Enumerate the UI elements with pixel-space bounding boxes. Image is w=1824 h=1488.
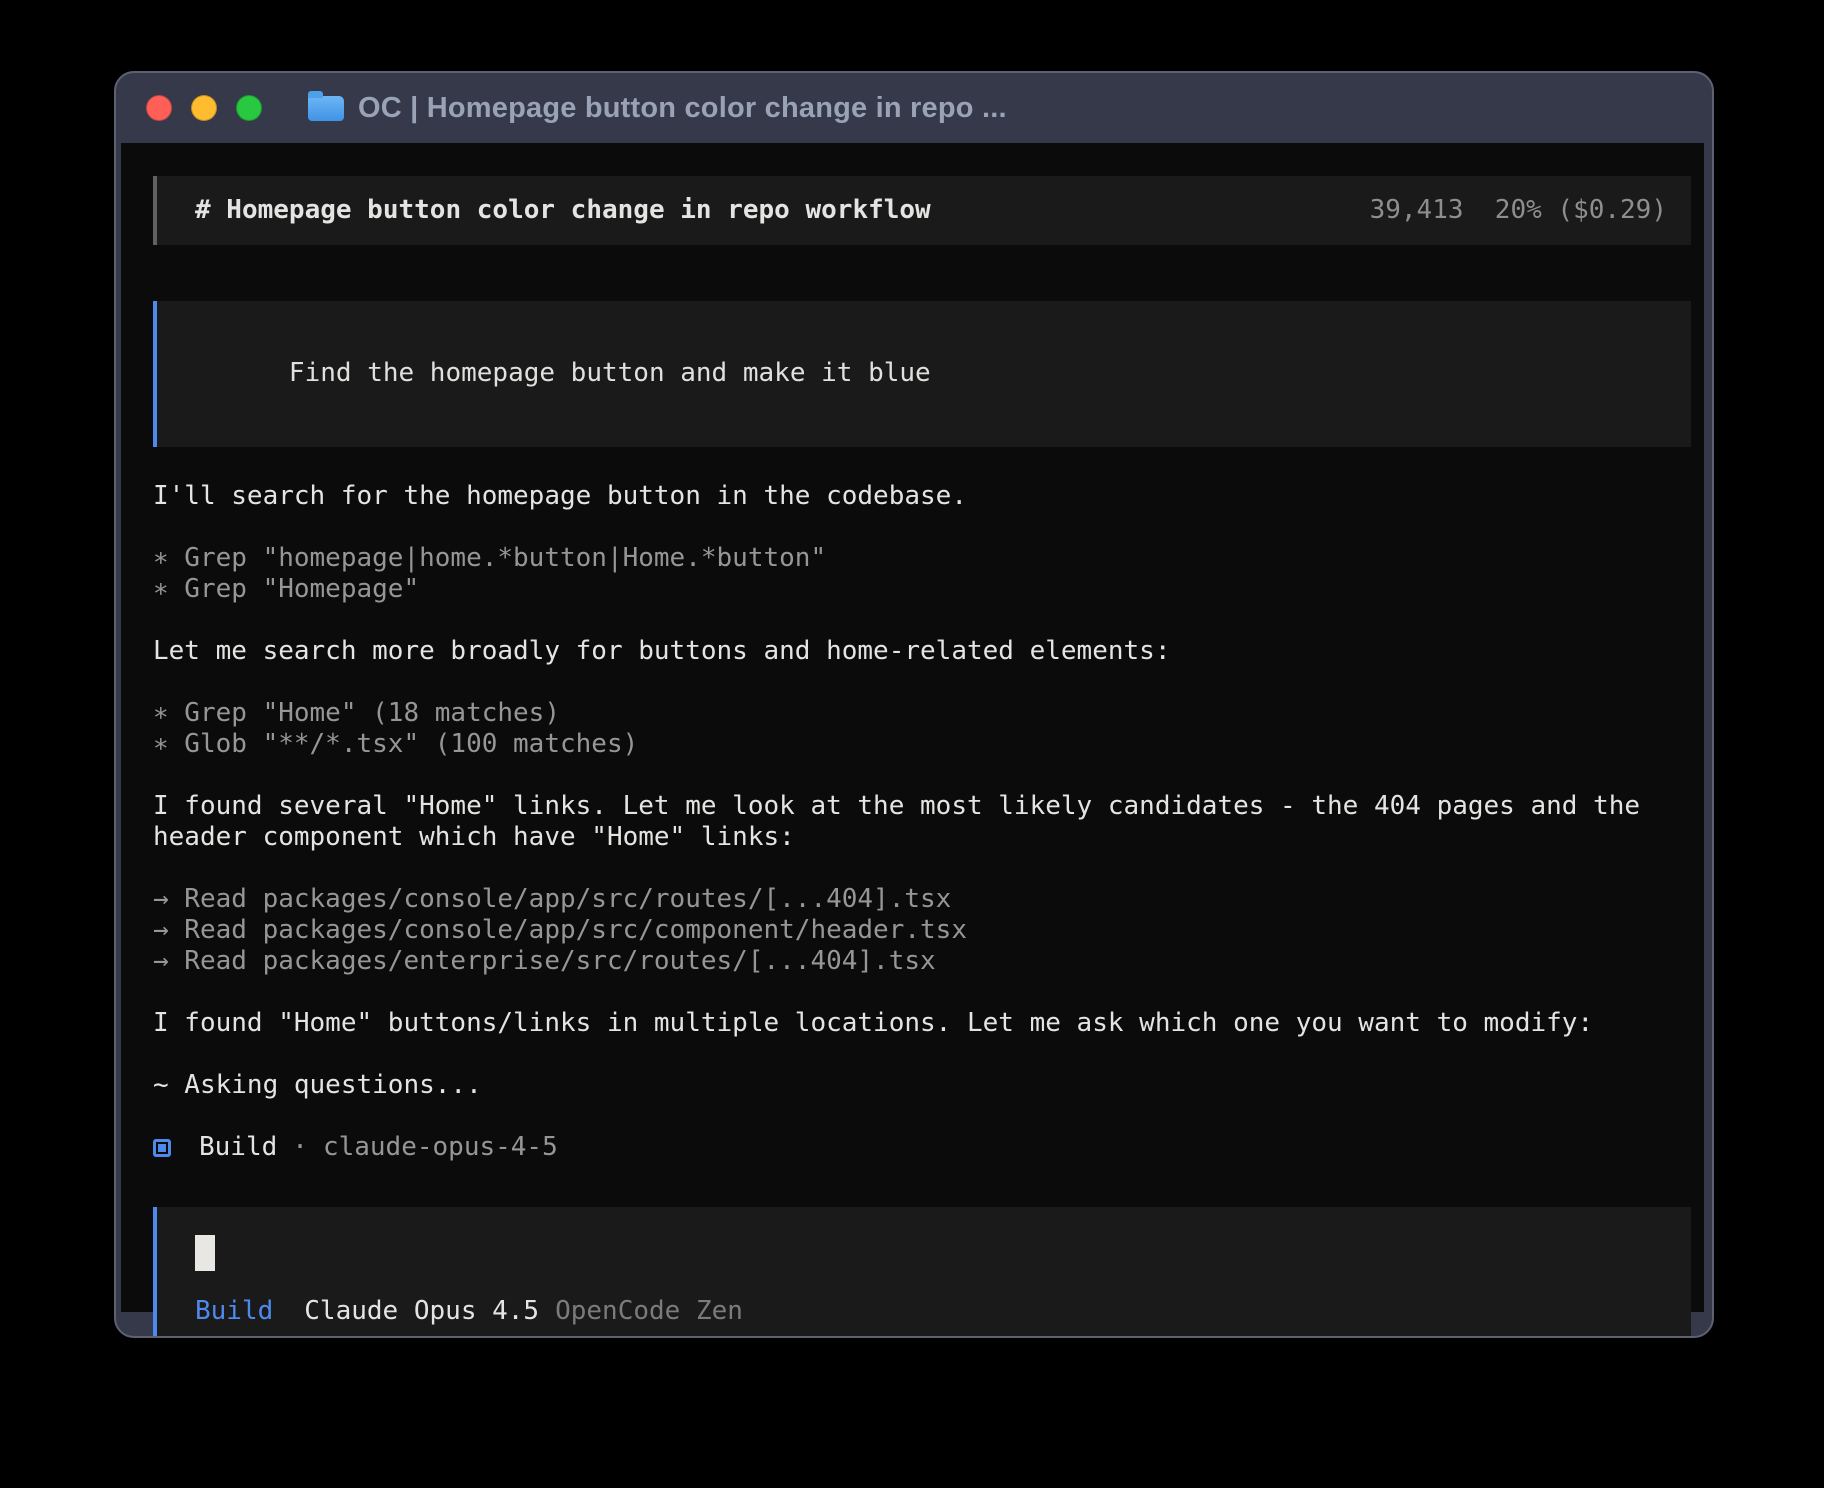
window-title: OC | Homepage button color change in rep…	[358, 92, 1007, 125]
transcript-line: → Read packages/enterprise/src/routes/[.…	[153, 946, 1691, 977]
prompt-input[interactable]: Build Claude Opus 4.5 OpenCode Zen	[153, 1207, 1691, 1338]
transcript-line: → Read packages/console/app/src/routes/[…	[153, 884, 1691, 915]
transcript-line	[153, 853, 1691, 884]
user-message-text: Find the homepage button and make it blu…	[289, 358, 931, 388]
agent-status-row: Build · claude-opus-4-5	[153, 1132, 1691, 1163]
minimize-button[interactable]	[191, 95, 217, 121]
session-header: # Homepage button color change in repo w…	[153, 176, 1691, 245]
transcript-line: ~ Asking questions...	[153, 1070, 1691, 1101]
transcript-line	[153, 605, 1691, 636]
transcript-line	[153, 667, 1691, 698]
transcript-line: I found several "Home" links. Let me loo…	[153, 791, 1691, 822]
input-model-label: Claude Opus 4.5	[304, 1296, 539, 1327]
transcript-line: header component which have "Home" links…	[153, 822, 1691, 853]
agent-model: claude-opus-4-5	[323, 1132, 558, 1163]
input-mode-badge[interactable]: Build	[195, 1296, 273, 1327]
transcript-line: I found "Home" buttons/links in multiple…	[153, 1008, 1691, 1039]
transcript-line: → Read packages/console/app/src/componen…	[153, 915, 1691, 946]
transcript-line	[153, 977, 1691, 1008]
session-token-stats: 39,413 20% ($0.29)	[1370, 195, 1667, 226]
terminal-window: OC | Homepage button color change in rep…	[114, 71, 1714, 1338]
agent-separator: ·	[292, 1132, 308, 1163]
titlebar: OC | Homepage button color change in rep…	[116, 73, 1712, 143]
transcript-line	[153, 512, 1691, 543]
transcript-line: ∗ Grep "Homepage"	[153, 574, 1691, 605]
agent-name: Build	[199, 1132, 277, 1163]
traffic-lights	[146, 95, 262, 121]
session-title: # Homepage button color change in repo w…	[195, 195, 931, 226]
transcript-line: I'll search for the homepage button in t…	[153, 481, 1691, 512]
assistant-transcript: I'll search for the homepage button in t…	[153, 481, 1691, 1101]
terminal-content: # Homepage button color change in repo w…	[121, 143, 1704, 1312]
close-button[interactable]	[146, 95, 172, 121]
transcript-line	[153, 760, 1691, 791]
input-footer: Build Claude Opus 4.5 OpenCode Zen	[195, 1296, 1667, 1327]
transcript-line: ∗ Grep "Home" (18 matches)	[153, 698, 1691, 729]
transcript-line: Let me search more broadly for buttons a…	[153, 636, 1691, 667]
user-message: Find the homepage button and make it blu…	[153, 301, 1691, 447]
zoom-button[interactable]	[236, 95, 262, 121]
agent-build-icon	[153, 1139, 171, 1157]
transcript-line	[153, 1039, 1691, 1070]
folder-icon	[308, 96, 344, 121]
transcript-line: ∗ Grep "homepage|home.*button|Home.*butt…	[153, 543, 1691, 574]
transcript-line: ∗ Glob "**/*.tsx" (100 matches)	[153, 729, 1691, 760]
input-provider-label: OpenCode Zen	[555, 1296, 743, 1327]
text-cursor	[195, 1235, 215, 1271]
